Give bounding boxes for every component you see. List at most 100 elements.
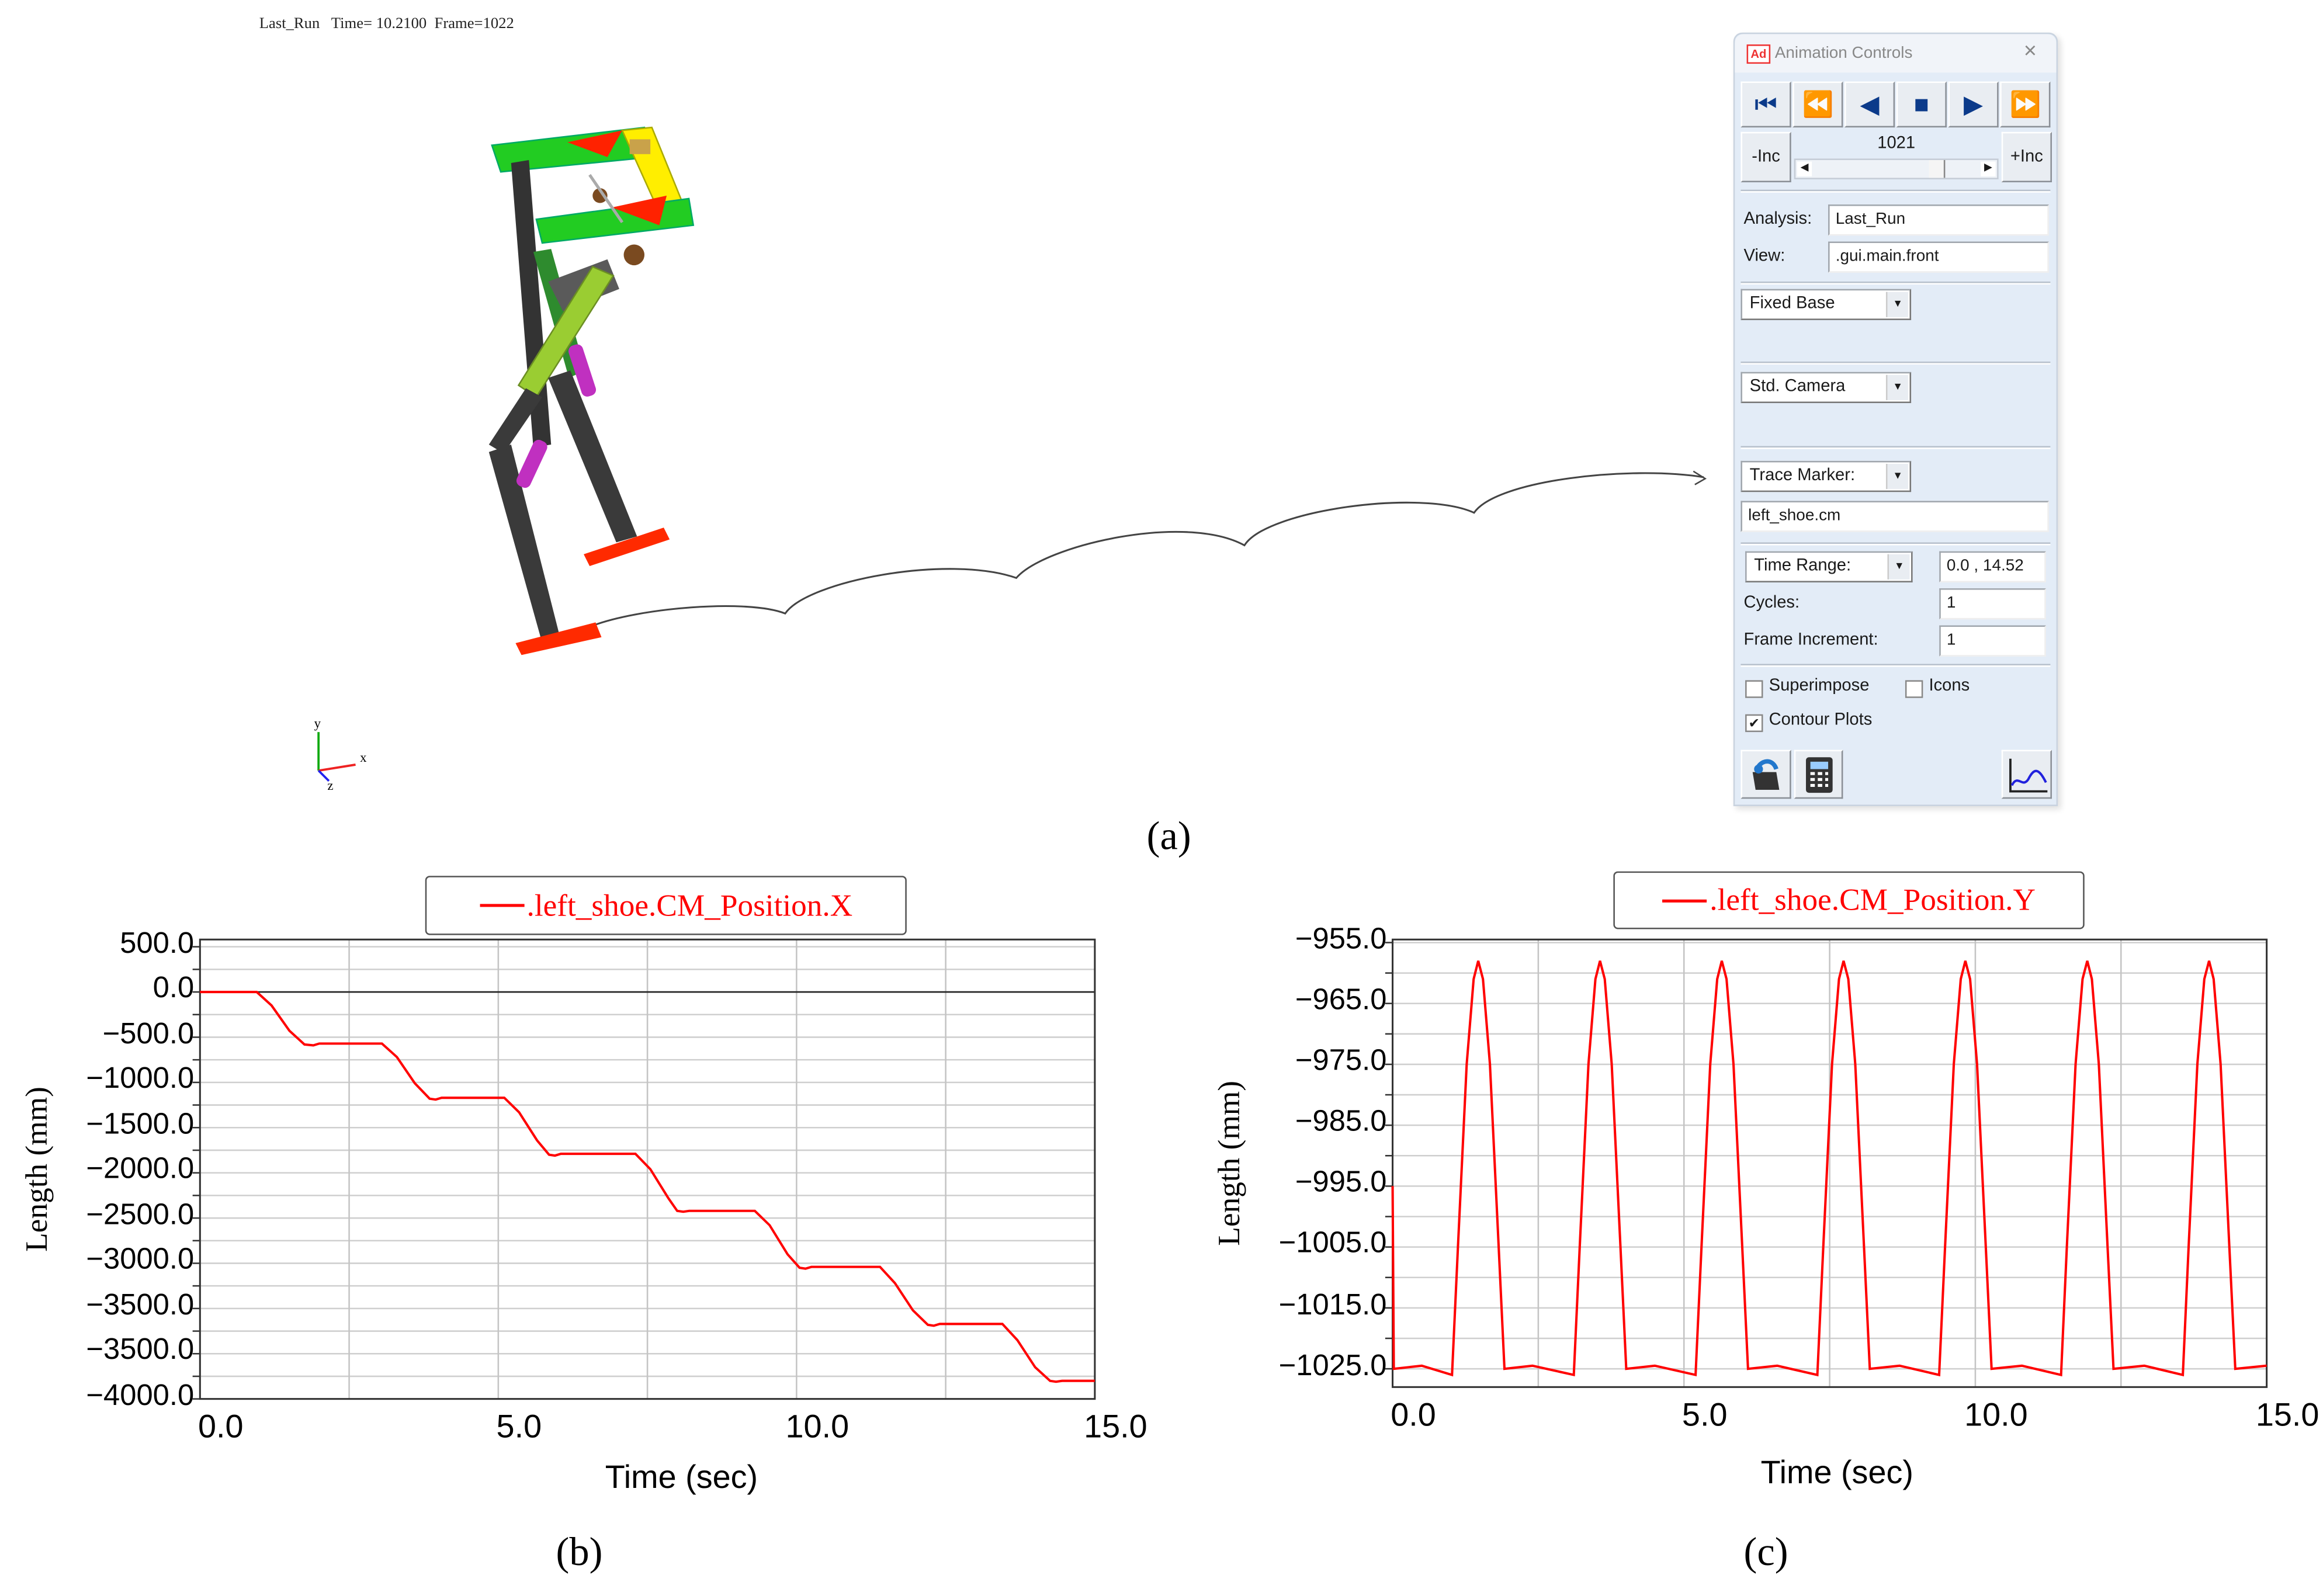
chart-c-y-axis-title: Length (mm) (1211, 1081, 1247, 1246)
reload-model-button[interactable] (1740, 750, 1791, 799)
divider (1740, 361, 2051, 365)
contour-plots-checkbox[interactable]: ✔ (1745, 714, 1763, 733)
contour-plots-label: Contour Plots (1769, 711, 1873, 730)
y-tick-label: −2500.0 (86, 1199, 195, 1231)
y-tick-label: −3000.0 (86, 1244, 195, 1277)
y-tick-label: −1015.0 (1278, 1288, 1387, 1321)
chevron-down-icon: ▼ (1885, 463, 1908, 490)
base-select[interactable]: Fixed Base ▼ (1740, 289, 1912, 320)
chart-c-plot-area (1385, 938, 2268, 1388)
play-button[interactable]: ▶ (1948, 81, 1999, 128)
chevron-down-icon: ▼ (1885, 292, 1908, 317)
rewind-icon: ⏪ (1802, 89, 1834, 118)
divider (1740, 664, 2051, 667)
legend-line-swatch (1662, 898, 1707, 902)
time-range-select-value: Time Range: (1754, 557, 1852, 575)
chevron-down-icon: ▼ (1887, 554, 1910, 580)
plot-button[interactable] (2001, 750, 2052, 799)
fast-forward-button[interactable]: ⏩ (2000, 81, 2051, 128)
y-tick-label: −3500.0 (86, 1289, 195, 1322)
chevron-down-icon: ▼ (1885, 374, 1908, 400)
y-tick-label: −3500.0 (86, 1334, 195, 1368)
y-tick-label: −2000.0 (86, 1153, 195, 1186)
y-tick-label: −1500.0 (86, 1108, 195, 1142)
increment-button[interactable]: +Inc (2001, 131, 2052, 183)
superimpose-label: Superimpose (1769, 677, 1870, 695)
frame-increment-field[interactable]: 1 (1939, 625, 2046, 657)
analysis-field[interactable]: Last_Run (1828, 204, 2049, 236)
frame-increment-label: Frame Increment: (1743, 631, 1878, 650)
stop-button[interactable]: ■ (1896, 81, 1947, 128)
frame-slider[interactable]: ◀ ▶ (1794, 158, 1999, 179)
x-tick-label: 0.0 (198, 1407, 244, 1445)
cycles-label: Cycles: (1743, 594, 1800, 612)
slider-left-arrow-icon[interactable]: ◀ (1797, 161, 1812, 176)
animation-controls-panel: Ad Animation Controls × ⏮ ⏪ ◀ ■ ▶ ⏩ -Inc 1021… (1733, 32, 2058, 806)
divider (1740, 542, 2051, 546)
y-tick-label: −995.0 (1295, 1167, 1387, 1200)
panel-titlebar[interactable]: Ad Animation Controls × (1735, 34, 2057, 73)
divider (1740, 446, 2051, 449)
left-foot (515, 622, 602, 655)
y-tick-label: −4000.0 (86, 1379, 195, 1413)
x-tick-label: 0.0 (1391, 1396, 1436, 1433)
app-icon: Ad (1746, 44, 1771, 64)
skip-to-start-icon: ⏮ (1755, 89, 1777, 118)
y-tick-label: −1025.0 (1278, 1349, 1387, 1382)
analysis-label: Analysis: (1743, 210, 1812, 228)
trace-marker-field[interactable]: left_shoe.cm (1740, 501, 2049, 532)
hip-frame (535, 197, 695, 244)
y-tick-label: 0.0 (152, 973, 195, 1005)
trace-select[interactable]: Trace Marker: ▼ (1740, 460, 1912, 492)
x-tick-label: 10.0 (785, 1407, 850, 1445)
triad-x-label: x (360, 750, 367, 765)
camera-select-value: Std. Camera (1749, 377, 1846, 396)
panel-title: Animation Controls (1774, 44, 1913, 63)
y-tick-label: −965.0 (1295, 984, 1387, 1017)
x-tick-label: 5.0 (1681, 1396, 1728, 1433)
legend-c: .left_shoe.CM_Position.Y (1613, 871, 2085, 929)
icons-checkbox[interactable] (1905, 680, 1923, 698)
skip-to-start-button[interactable]: ⏮ (1740, 81, 1791, 128)
legend-b-label: .left_shoe.CM_Position.X (526, 887, 853, 923)
reload-icon (1752, 758, 1780, 789)
camera-select[interactable]: Std. Camera ▼ (1740, 372, 1912, 403)
slider-thumb[interactable] (1929, 159, 1946, 178)
divider (1740, 189, 2051, 193)
x-tick-label: 15.0 (1084, 1407, 1147, 1445)
play-reverse-button[interactable]: ◀ (1844, 81, 1895, 128)
figure: Last_Run Time= 10.2100 Frame=1022 y x z … (0, 0, 2323, 1596)
caption-c: (c) (1743, 1529, 1788, 1574)
divider (1740, 281, 2051, 285)
stop-icon: ■ (1913, 89, 1929, 118)
slider-right-arrow-icon[interactable]: ▶ (1981, 161, 1996, 176)
cycles-field[interactable]: 1 (1939, 588, 2046, 620)
caption-a: (a) (1146, 813, 1191, 858)
fast-forward-icon: ⏩ (2009, 89, 2041, 118)
chart-b-x-axis-title: Time (sec) (605, 1458, 758, 1496)
x-tick-label: 10.0 (1964, 1396, 2028, 1433)
model-viewport[interactable]: y x z (0, 0, 1718, 815)
view-field[interactable]: .gui.main.front (1828, 241, 2049, 273)
time-range-field[interactable]: 0.0 , 14.52 (1939, 551, 2046, 582)
caption-b: (b) (556, 1529, 603, 1574)
y-tick-label: −975.0 (1295, 1045, 1387, 1078)
biped-robot-model (488, 126, 695, 655)
x-tick-label: 5.0 (496, 1407, 542, 1445)
play-reverse-icon: ◀ (1860, 89, 1880, 118)
y-tick-label: −1000.0 (86, 1063, 195, 1096)
trace-arrow (1693, 470, 1707, 485)
coordinate-triad-icon: y x z (314, 716, 367, 793)
base-select-value: Fixed Base (1749, 294, 1835, 313)
icons-label: Icons (1929, 677, 1970, 695)
superimpose-checkbox[interactable] (1745, 680, 1763, 698)
calculator-button[interactable] (1794, 750, 1843, 799)
decrement-button[interactable]: -Inc (1740, 131, 1791, 183)
y-tick-label: −985.0 (1295, 1106, 1387, 1139)
view-label: View: (1743, 247, 1785, 266)
close-icon[interactable]: × (2024, 39, 2037, 64)
frame-number: 1021 (1877, 134, 1916, 153)
rewind-button[interactable]: ⏪ (1792, 81, 1843, 128)
time-range-select[interactable]: Time Range: ▼ (1745, 551, 1913, 582)
play-icon: ▶ (1963, 89, 1984, 118)
